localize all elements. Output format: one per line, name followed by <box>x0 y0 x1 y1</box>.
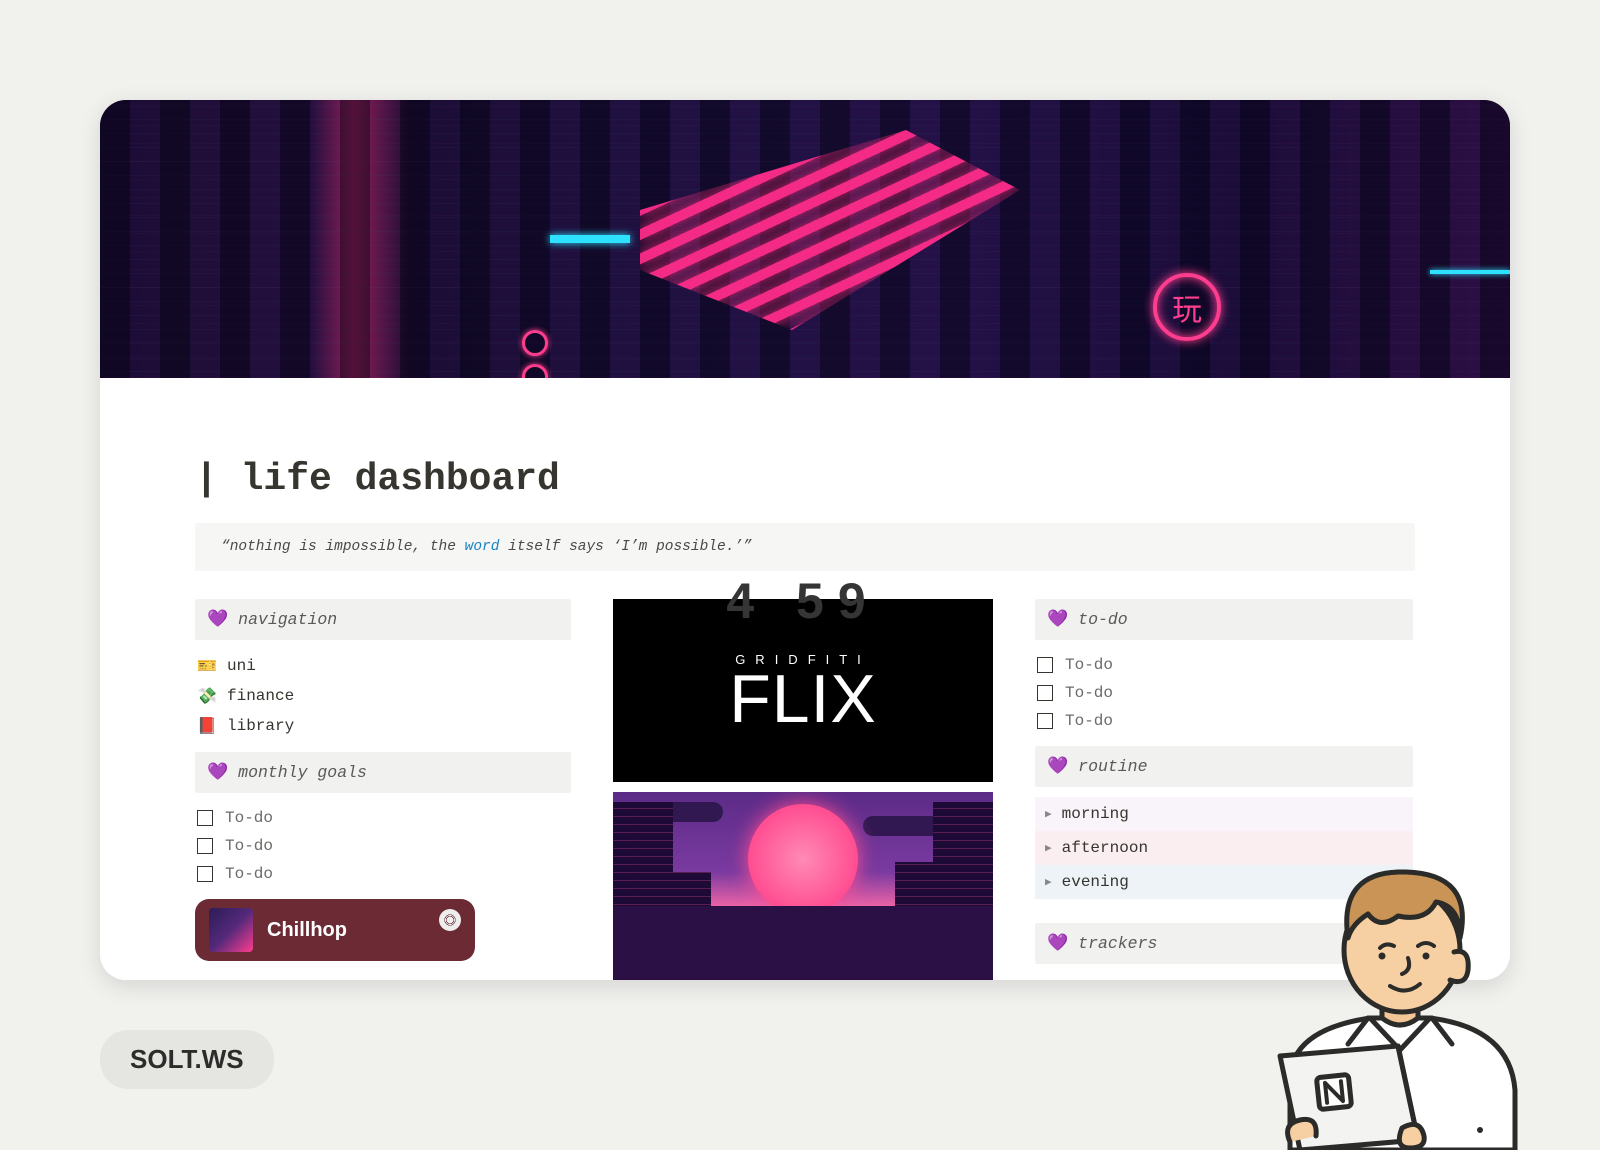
nav-label: finance <box>227 687 294 705</box>
todo-item[interactable]: To-do <box>1037 684 1411 702</box>
section-label: monthly goals <box>238 763 367 782</box>
flix-logo: FLIX <box>729 671 877 729</box>
routine-label: morning <box>1062 805 1129 823</box>
routine-label: evening <box>1062 873 1129 891</box>
quote-link[interactable]: word <box>465 539 500 555</box>
section-label: navigation <box>238 610 337 629</box>
routine-label: afternoon <box>1062 839 1148 857</box>
triangle-right-icon: ▶ <box>1045 875 1052 889</box>
heart-icon: 💜 <box>1047 933 1068 954</box>
triangle-right-icon: ▶ <box>1045 807 1052 821</box>
money-icon: 💸 <box>197 686 217 706</box>
cover-image: 玩 <box>100 100 1510 378</box>
section-navigation[interactable]: 💜 navigation <box>195 599 571 640</box>
solt-badge[interactable]: SOLT.WS <box>100 1030 274 1089</box>
heart-icon: 💜 <box>1047 756 1068 777</box>
book-icon: 📕 <box>197 716 217 736</box>
heart-icon: 💜 <box>1047 609 1068 630</box>
ticket-icon: 🎫 <box>197 656 217 676</box>
section-label: trackers <box>1078 934 1157 953</box>
todo-item[interactable]: To-do <box>1037 656 1411 674</box>
nav-label: uni <box>227 657 256 675</box>
sunset-image[interactable] <box>613 792 993 980</box>
clock-readout: 4 59 <box>726 572 879 630</box>
goal-label: To-do <box>225 809 273 827</box>
heart-icon: 💜 <box>207 609 228 630</box>
goal-item[interactable]: To-do <box>197 865 569 883</box>
section-monthly-goals[interactable]: 💜 monthly goals <box>195 752 571 793</box>
goal-label: To-do <box>225 865 273 883</box>
section-label: to-do <box>1078 610 1128 629</box>
quote-suffix: itself says ‘I’m possible.’” <box>499 539 751 555</box>
nav-label: library <box>227 717 294 735</box>
section-todo[interactable]: 💜 to-do <box>1035 599 1413 640</box>
spotify-icon <box>439 909 461 931</box>
neon-sign-icon: 玩 <box>1153 273 1221 341</box>
section-label: routine <box>1078 757 1147 776</box>
checkbox-icon[interactable] <box>197 838 213 854</box>
spotify-widget[interactable]: Chillhop <box>195 899 475 961</box>
checkbox-icon[interactable] <box>197 866 213 882</box>
checkbox-icon[interactable] <box>1037 685 1053 701</box>
checkbox-icon[interactable] <box>197 810 213 826</box>
left-column: 💜 navigation 🎫 uni 💸 finance 📕 library <box>195 599 571 961</box>
heart-icon: 💜 <box>207 762 228 783</box>
album-art <box>209 908 253 952</box>
triangle-right-icon: ▶ <box>1045 841 1052 855</box>
todo-item[interactable]: To-do <box>1037 712 1411 730</box>
todo-label: To-do <box>1065 712 1113 730</box>
quote-callout[interactable]: “nothing is impossible, the word itself … <box>195 523 1415 571</box>
flix-widget[interactable]: 4 59 GRIDFITI FLIX <box>613 599 993 782</box>
checkbox-icon[interactable] <box>1037 713 1053 729</box>
section-routine[interactable]: 💜 routine <box>1035 746 1413 787</box>
quote-prefix: “nothing is impossible, the <box>221 539 465 555</box>
goal-item[interactable]: To-do <box>197 809 569 827</box>
center-column: 4 59 GRIDFITI FLIX <box>613 599 993 980</box>
page-title[interactable]: | life dashboard <box>195 458 1415 501</box>
nav-item-library[interactable]: 📕 library <box>197 716 569 736</box>
todo-label: To-do <box>1065 656 1113 674</box>
mascot-illustration <box>1230 810 1540 1150</box>
track-title: Chillhop <box>267 919 347 942</box>
nav-item-uni[interactable]: 🎫 uni <box>197 656 569 676</box>
checkbox-icon[interactable] <box>1037 657 1053 673</box>
nav-item-finance[interactable]: 💸 finance <box>197 686 569 706</box>
goal-item[interactable]: To-do <box>197 837 569 855</box>
todo-label: To-do <box>1065 684 1113 702</box>
goal-label: To-do <box>225 837 273 855</box>
